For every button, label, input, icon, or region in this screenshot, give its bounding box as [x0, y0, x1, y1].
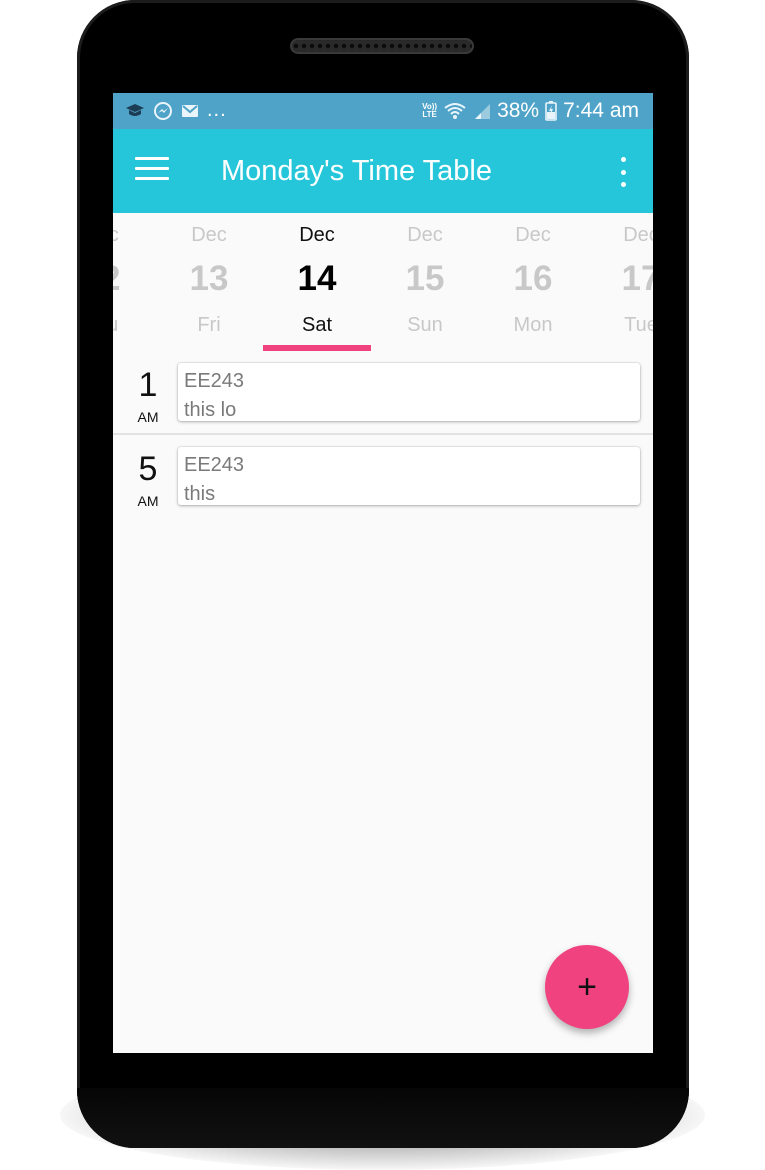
timetable-row: 5 AM EE243 this [113, 439, 653, 523]
entry-description: this lo [184, 399, 237, 421]
mail-icon [181, 103, 199, 119]
entry-period: AM [137, 409, 159, 425]
battery-percent: 38% [497, 99, 540, 122]
date-strip: Dec 12 Thu Dec 13 Fri Dec 14 Sat Dec 15 … [113, 213, 653, 353]
date-tab-14-selected[interactable]: Dec 14 Sat [263, 213, 371, 353]
entry-period: AM [137, 493, 159, 509]
add-entry-button[interactable]: + [545, 945, 629, 1029]
entry-code: EE243 [184, 370, 245, 392]
entry-hour: 5 [138, 450, 158, 488]
status-bar-system: Vo)) LTE 38% 7:44 am [422, 93, 639, 129]
entry-description: this [184, 483, 216, 505]
date-tab-12[interactable]: Dec 12 Thu [113, 213, 155, 353]
timetable-row: 1 AM EE243 this lo [113, 355, 653, 439]
date-tab-15[interactable]: Dec 15 Sun [371, 213, 479, 353]
phone-speaker [290, 38, 474, 54]
date-tab-16[interactable]: Dec 16 Mon [479, 213, 587, 353]
more-vert-icon[interactable] [615, 157, 631, 187]
graduation-cap-icon [125, 103, 145, 119]
entry-card[interactable]: EE243 this [178, 447, 640, 505]
status-bar: ... Vo)) LTE 38% 7:44 am [113, 93, 653, 129]
signal-icon [473, 102, 491, 120]
app-screen: ... Vo)) LTE 38% 7:44 am Monday's Time T… [113, 93, 653, 1053]
phone-chin [77, 1088, 689, 1148]
entry-card[interactable]: EE243 this lo [178, 363, 640, 421]
date-tab-17[interactable]: Dec 17 Tue [587, 213, 653, 353]
status-bar-notifications: ... [125, 93, 227, 129]
more-notifications: ... [207, 98, 227, 121]
entry-code: EE243 [184, 454, 245, 476]
add-icon: + [577, 968, 597, 1006]
messenger-icon [153, 101, 173, 121]
wifi-icon [443, 102, 467, 120]
battery-charging-icon [545, 101, 557, 121]
app-toolbar: Monday's Time Table [113, 129, 653, 213]
row-divider [113, 433, 653, 435]
date-tab-13[interactable]: Dec 13 Fri [155, 213, 263, 353]
clock: 7:44 am [563, 99, 639, 122]
selected-date-indicator [263, 345, 371, 351]
entry-hour: 1 [138, 366, 158, 404]
page-title: Monday's Time Table [221, 155, 492, 187]
hamburger-menu-icon[interactable] [135, 157, 169, 185]
volte-indicator: Vo)) LTE [422, 102, 438, 119]
